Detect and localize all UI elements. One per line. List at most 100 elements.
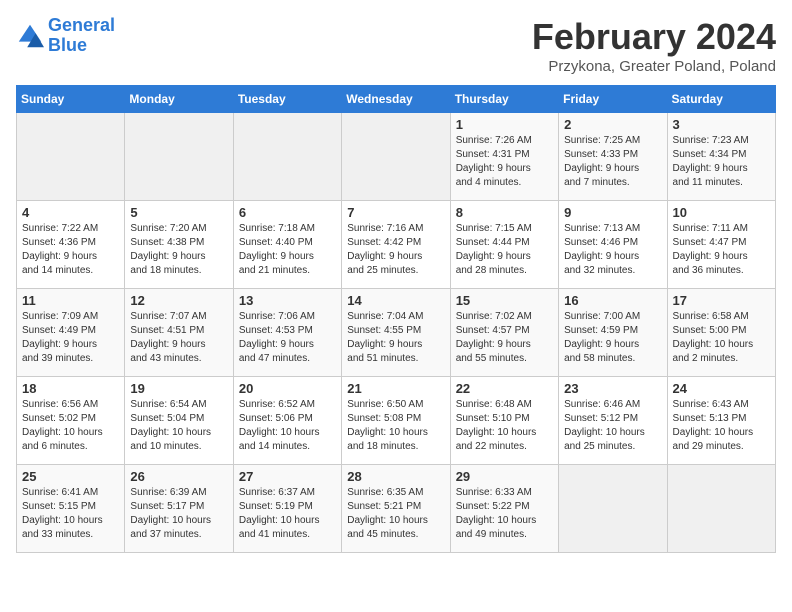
weekday-header-thursday: Thursday: [450, 86, 558, 113]
page-header: General Blue February 2024 Przykona, Gre…: [16, 16, 776, 75]
day-number: 21: [347, 381, 444, 396]
calendar-cell: 27 Sunrise: 6:37 AM Sunset: 5:19 PM Dayli…: [233, 465, 341, 553]
calendar-cell: [342, 113, 450, 201]
day-number: 2: [564, 117, 661, 132]
day-info: Sunrise: 6:56 AM Sunset: 5:02 PM Dayligh…: [22, 398, 119, 454]
calendar-cell: 11 Sunrise: 7:09 AM Sunset: 4:49 PM Dayli…: [17, 289, 125, 377]
calendar-cell: 14 Sunrise: 7:04 AM Sunset: 4:55 PM Dayli…: [342, 289, 450, 377]
day-number: 20: [239, 381, 336, 396]
day-number: 28: [347, 469, 444, 484]
day-number: 7: [347, 205, 444, 220]
day-info: Sunrise: 6:46 AM Sunset: 5:12 PM Dayligh…: [564, 398, 661, 454]
day-info: Sunrise: 7:22 AM Sunset: 4:36 PM Dayligh…: [22, 222, 119, 278]
weekday-header-wednesday: Wednesday: [342, 86, 450, 113]
calendar-cell: 28 Sunrise: 6:35 AM Sunset: 5:21 PM Dayli…: [342, 465, 450, 553]
calendar-cell: 22 Sunrise: 6:48 AM Sunset: 5:10 PM Dayli…: [450, 377, 558, 465]
calendar-cell: 3 Sunrise: 7:23 AM Sunset: 4:34 PM Daylig…: [667, 113, 775, 201]
calendar-cell: 13 Sunrise: 7:06 AM Sunset: 4:53 PM Dayli…: [233, 289, 341, 377]
calendar-cell: 4Sunrise: 7:22 AM Sunset: 4:36 PM Daylig…: [17, 201, 125, 289]
day-number: 19: [130, 381, 227, 396]
day-number: 1: [456, 117, 553, 132]
day-info: Sunrise: 7:00 AM Sunset: 4:59 PM Dayligh…: [564, 310, 661, 366]
calendar-cell: 20 Sunrise: 6:52 AM Sunset: 5:06 PM Dayli…: [233, 377, 341, 465]
calendar-cell: 12Sunrise: 7:07 AM Sunset: 4:51 PM Dayli…: [125, 289, 233, 377]
calendar-cell: 26 Sunrise: 6:39 AM Sunset: 5:17 PM Dayli…: [125, 465, 233, 553]
calendar-cell: [17, 113, 125, 201]
weekday-header-friday: Friday: [559, 86, 667, 113]
day-number: 22: [456, 381, 553, 396]
day-info: Sunrise: 7:02 AM Sunset: 4:57 PM Dayligh…: [456, 310, 553, 366]
calendar-cell: 17Sunrise: 6:58 AM Sunset: 5:00 PM Dayli…: [667, 289, 775, 377]
calendar-cell: 18 Sunrise: 6:56 AM Sunset: 5:02 PM Dayli…: [17, 377, 125, 465]
weekday-header-sunday: Sunday: [17, 86, 125, 113]
logo-text: General Blue: [48, 16, 115, 56]
day-number: 11: [22, 293, 119, 308]
logo: General Blue: [16, 16, 115, 56]
day-number: 14: [347, 293, 444, 308]
day-number: 18: [22, 381, 119, 396]
calendar-cell: [559, 465, 667, 553]
day-info: Sunrise: 7:13 AM Sunset: 4:46 PM Dayligh…: [564, 222, 661, 278]
day-info: Sunrise: 7:20 AM Sunset: 4:38 PM Dayligh…: [130, 222, 227, 278]
day-number: 25: [22, 469, 119, 484]
calendar-week-2: 4Sunrise: 7:22 AM Sunset: 4:36 PM Daylig…: [17, 201, 776, 289]
day-info: Sunrise: 7:15 AM Sunset: 4:44 PM Dayligh…: [456, 222, 553, 278]
calendar-week-4: 18 Sunrise: 6:56 AM Sunset: 5:02 PM Dayli…: [17, 377, 776, 465]
day-number: 13: [239, 293, 336, 308]
day-info: Sunrise: 6:52 AM Sunset: 5:06 PM Dayligh…: [239, 398, 336, 454]
weekday-header-tuesday: Tuesday: [233, 86, 341, 113]
day-info: Sunrise: 7:06 AM Sunset: 4:53 PM Dayligh…: [239, 310, 336, 366]
day-number: 8: [456, 205, 553, 220]
day-number: 16: [564, 293, 661, 308]
calendar-cell: 2Sunrise: 7:25 AM Sunset: 4:33 PM Daylig…: [559, 113, 667, 201]
weekday-header-saturday: Saturday: [667, 86, 775, 113]
day-info: Sunrise: 6:39 AM Sunset: 5:17 PM Dayligh…: [130, 486, 227, 542]
day-info: Sunrise: 6:48 AM Sunset: 5:10 PM Dayligh…: [456, 398, 553, 454]
day-number: 29: [456, 469, 553, 484]
day-info: Sunrise: 7:16 AM Sunset: 4:42 PM Dayligh…: [347, 222, 444, 278]
calendar-cell: 5 Sunrise: 7:20 AM Sunset: 4:38 PM Daylig…: [125, 201, 233, 289]
logo-icon: [16, 22, 44, 50]
day-number: 10: [673, 205, 770, 220]
calendar-cell: 23 Sunrise: 6:46 AM Sunset: 5:12 PM Dayli…: [559, 377, 667, 465]
calendar-cell: 24Sunrise: 6:43 AM Sunset: 5:13 PM Dayli…: [667, 377, 775, 465]
calendar-cell: 8 Sunrise: 7:15 AM Sunset: 4:44 PM Daylig…: [450, 201, 558, 289]
calendar-week-1: 1 Sunrise: 7:26 AM Sunset: 4:31 PM Daylig…: [17, 113, 776, 201]
title-block: February 2024 Przykona, Greater Poland, …: [532, 16, 776, 75]
day-info: Sunrise: 7:23 AM Sunset: 4:34 PM Dayligh…: [673, 134, 770, 190]
month-title: February 2024: [532, 16, 776, 58]
calendar-cell: [667, 465, 775, 553]
calendar-cell: 6 Sunrise: 7:18 AM Sunset: 4:40 PM Daylig…: [233, 201, 341, 289]
day-number: 5: [130, 205, 227, 220]
day-info: Sunrise: 7:07 AM Sunset: 4:51 PM Dayligh…: [130, 310, 227, 366]
calendar-cell: [125, 113, 233, 201]
calendar-cell: 10 Sunrise: 7:11 AM Sunset: 4:47 PM Dayli…: [667, 201, 775, 289]
day-info: Sunrise: 6:35 AM Sunset: 5:21 PM Dayligh…: [347, 486, 444, 542]
calendar-cell: 19Sunrise: 6:54 AM Sunset: 5:04 PM Dayli…: [125, 377, 233, 465]
day-info: Sunrise: 7:09 AM Sunset: 4:49 PM Dayligh…: [22, 310, 119, 366]
day-number: 26: [130, 469, 227, 484]
day-info: Sunrise: 7:04 AM Sunset: 4:55 PM Dayligh…: [347, 310, 444, 366]
calendar-week-3: 11 Sunrise: 7:09 AM Sunset: 4:49 PM Dayli…: [17, 289, 776, 377]
location: Przykona, Greater Poland, Poland: [532, 58, 776, 75]
day-info: Sunrise: 7:26 AM Sunset: 4:31 PM Dayligh…: [456, 134, 553, 190]
day-info: Sunrise: 6:37 AM Sunset: 5:19 PM Dayligh…: [239, 486, 336, 542]
calendar-cell: 25Sunrise: 6:41 AM Sunset: 5:15 PM Dayli…: [17, 465, 125, 553]
weekday-header-row: SundayMondayTuesdayWednesdayThursdayFrid…: [17, 86, 776, 113]
day-info: Sunrise: 7:18 AM Sunset: 4:40 PM Dayligh…: [239, 222, 336, 278]
calendar-cell: 1 Sunrise: 7:26 AM Sunset: 4:31 PM Daylig…: [450, 113, 558, 201]
calendar-table: SundayMondayTuesdayWednesdayThursdayFrid…: [16, 85, 776, 553]
calendar-cell: 29Sunrise: 6:33 AM Sunset: 5:22 PM Dayli…: [450, 465, 558, 553]
calendar-cell: 16 Sunrise: 7:00 AM Sunset: 4:59 PM Dayli…: [559, 289, 667, 377]
day-number: 23: [564, 381, 661, 396]
day-info: Sunrise: 6:50 AM Sunset: 5:08 PM Dayligh…: [347, 398, 444, 454]
day-number: 3: [673, 117, 770, 132]
day-number: 6: [239, 205, 336, 220]
day-number: 27: [239, 469, 336, 484]
day-info: Sunrise: 7:11 AM Sunset: 4:47 PM Dayligh…: [673, 222, 770, 278]
day-number: 24: [673, 381, 770, 396]
calendar-cell: 21 Sunrise: 6:50 AM Sunset: 5:08 PM Dayli…: [342, 377, 450, 465]
day-number: 9: [564, 205, 661, 220]
calendar-cell: [233, 113, 341, 201]
weekday-header-monday: Monday: [125, 86, 233, 113]
